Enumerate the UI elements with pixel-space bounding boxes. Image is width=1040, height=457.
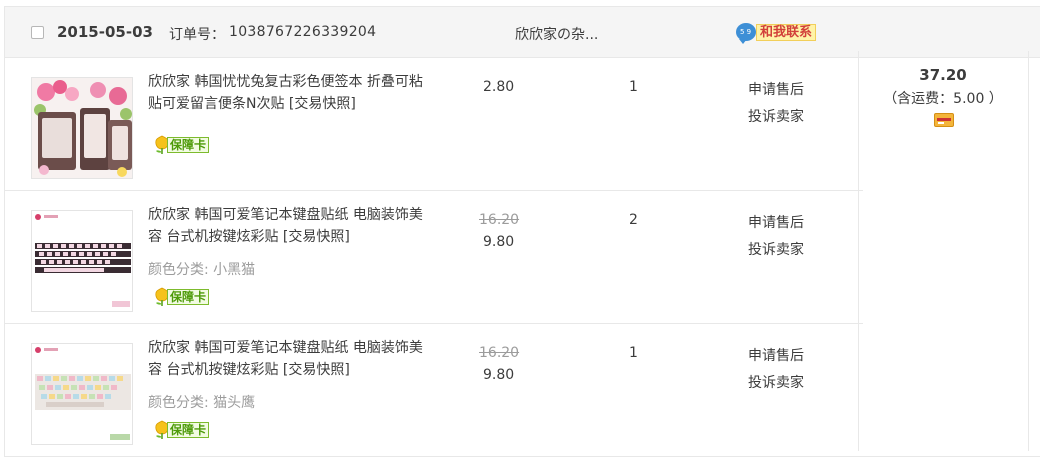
notepad-product-image	[32, 78, 132, 178]
order-date: 2015-05-03	[57, 23, 153, 41]
product-thumbnail[interactable]	[31, 210, 133, 312]
column-divider	[858, 51, 859, 451]
product-thumbnail[interactable]	[31, 343, 133, 445]
guarantee-card-badge[interactable]: 保障卡	[153, 287, 217, 307]
chat-bubble-icon: 5 9	[736, 23, 756, 44]
order-select-checkbox[interactable]	[31, 26, 44, 39]
guarantee-card-badge[interactable]: 保障卡	[153, 420, 217, 440]
order-number-label: 订单号：	[169, 27, 225, 43]
shipping-fee: （含运费：5.00 ）	[883, 91, 1003, 107]
item-quantity: 2	[629, 212, 638, 228]
product-title-link[interactable]: 欣欣家 韩国可爱笔记本键盘贴纸 电脑装饰美容 台式机按键炫彩贴 [交易快照]	[148, 204, 430, 248]
credit-card-icon[interactable]	[934, 113, 954, 127]
order-item: 欣欣家 韩国可爱笔记本键盘贴纸 电脑装饰美容 台式机按键炫彩贴 [交易快照] 颜…	[5, 324, 863, 457]
order-item: 欣欣家 韩国忧忧兔复古彩色便签本 折叠可粘贴可爱留言便条N次贴 [交易快照] 保…	[5, 58, 863, 191]
original-price: 16.20	[479, 212, 520, 228]
item-price: 9.80	[483, 367, 515, 383]
shop-name-link[interactable]: 欣欣家の杂...	[515, 24, 598, 44]
item-price: 9.80	[483, 234, 515, 250]
after-sales-link[interactable]: 申请售后	[748, 345, 804, 365]
after-sales-link[interactable]: 申请售后	[748, 79, 804, 99]
column-divider	[1028, 51, 1029, 451]
complain-seller-link[interactable]: 投诉卖家	[748, 239, 804, 259]
order-total-amount: 37.20	[919, 66, 967, 84]
keyboard-sticker-image	[32, 211, 132, 311]
complain-seller-link[interactable]: 投诉卖家	[748, 372, 804, 392]
item-quantity: 1	[629, 79, 638, 95]
order-item: 欣欣家 韩国可爱笔记本键盘贴纸 电脑装饰美容 台式机按键炫彩贴 [交易快照] 颜…	[5, 191, 863, 324]
order-header: 2015-05-03 订单号： 1038767226339204 欣欣家の杂..…	[5, 7, 1040, 58]
guarantee-card-badge[interactable]: 保障卡	[153, 135, 217, 155]
product-title-link[interactable]: 欣欣家 韩国可爱笔记本键盘贴纸 电脑装饰美容 台式机按键炫彩贴 [交易快照]	[148, 337, 430, 381]
item-quantity: 1	[629, 345, 638, 361]
keyboard-sticker-image	[32, 344, 132, 444]
after-sales-link[interactable]: 申请售后	[748, 212, 804, 232]
item-price: 2.80	[483, 79, 515, 95]
contact-seller-label: 和我联系	[756, 24, 817, 41]
original-price: 16.20	[479, 345, 520, 361]
complain-seller-link[interactable]: 投诉卖家	[748, 106, 804, 126]
sku-option: 颜色分类: 小黑猫	[148, 262, 256, 278]
sku-option: 颜色分类: 猫头鹰	[148, 395, 256, 411]
order-number: 1038767226339204	[229, 24, 377, 40]
product-thumbnail[interactable]	[31, 77, 133, 179]
product-title-link[interactable]: 欣欣家 韩国忧忧兔复古彩色便签本 折叠可粘贴可爱留言便条N次贴 [交易快照]	[148, 71, 430, 115]
